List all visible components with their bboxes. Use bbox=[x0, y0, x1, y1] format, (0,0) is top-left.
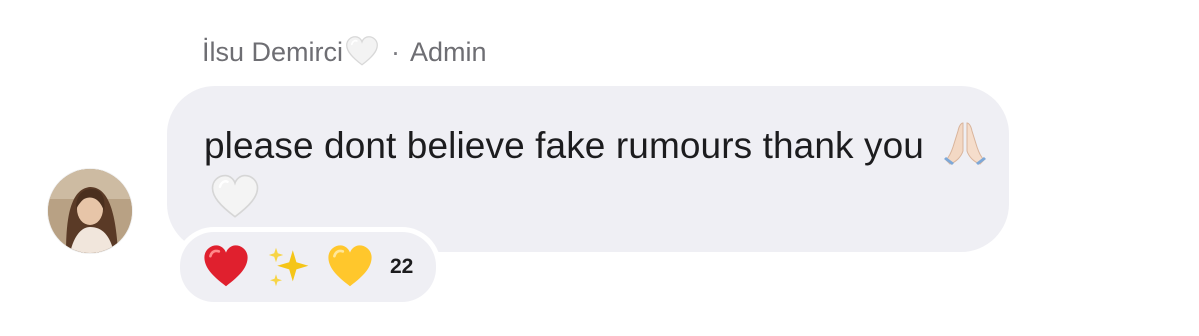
sender-line: İlsu Demirci · Admin bbox=[202, 34, 487, 70]
red-heart-icon bbox=[202, 243, 250, 291]
white-heart-icon bbox=[210, 173, 260, 223]
white-heart-icon bbox=[345, 35, 379, 69]
message-body: please dont believe fake rumours thank y… bbox=[204, 118, 994, 230]
avatar[interactable] bbox=[48, 169, 132, 253]
reactions-bar[interactable]: 22 bbox=[180, 232, 436, 302]
role-badge: Admin bbox=[410, 36, 487, 67]
yellow-heart-icon bbox=[326, 243, 374, 291]
sparkles-icon bbox=[264, 243, 312, 291]
folded-hands-icon bbox=[940, 117, 990, 167]
message-text: please dont believe fake rumours thank y… bbox=[204, 125, 924, 166]
sender-name[interactable]: İlsu Demirci bbox=[202, 37, 343, 68]
reaction-count: 22 bbox=[390, 255, 414, 278]
separator-dot: · bbox=[391, 36, 401, 67]
